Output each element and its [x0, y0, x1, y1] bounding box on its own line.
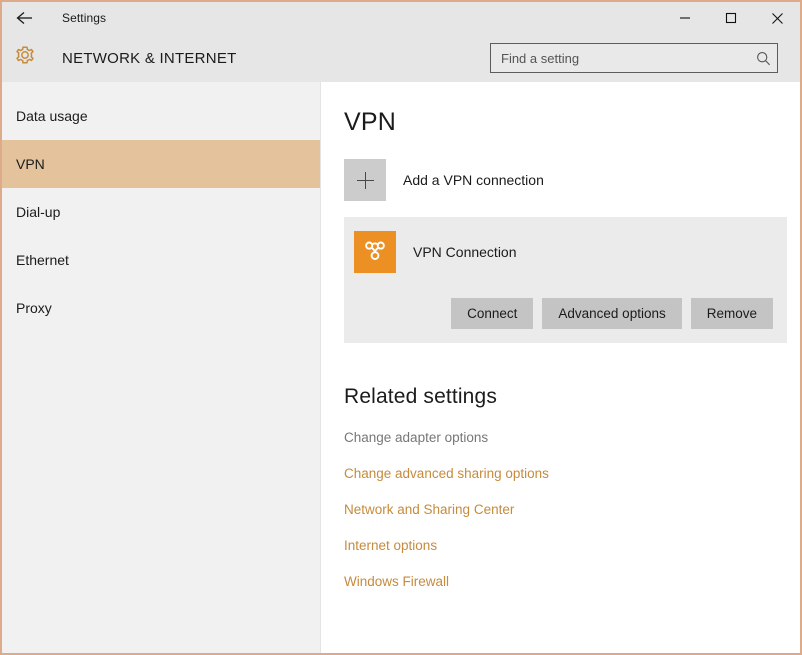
sidebar-item-ethernet[interactable]: Ethernet — [2, 236, 320, 284]
sidebar-item-label: Dial-up — [16, 204, 60, 220]
sidebar-item-proxy[interactable]: Proxy — [2, 284, 320, 332]
related-settings-heading: Related settings — [321, 343, 800, 409]
link-change-adapter-options[interactable]: Change adapter options — [344, 430, 488, 445]
sidebar-item-label: Ethernet — [16, 252, 69, 268]
window-title: Settings — [62, 11, 106, 25]
vpn-connection-name: VPN Connection — [413, 244, 517, 260]
vpn-connection-header: VPN Connection — [354, 231, 773, 273]
page-title: VPN — [321, 82, 800, 137]
back-button[interactable] — [2, 2, 48, 34]
vpn-tile — [354, 231, 396, 273]
minimize-button[interactable] — [662, 2, 708, 34]
settings-header: NETWORK & INTERNET — [2, 34, 800, 82]
search-icon[interactable] — [749, 51, 777, 66]
search-input[interactable] — [491, 44, 749, 72]
advanced-options-button[interactable]: Advanced options — [542, 298, 681, 329]
sidebar-item-label: Data usage — [16, 108, 88, 124]
plus-tile — [344, 159, 386, 201]
vpn-knot-icon — [361, 236, 389, 269]
sidebar-item-data-usage[interactable]: Data usage — [2, 92, 320, 140]
minimize-icon — [679, 12, 691, 24]
vpn-connection-actions: Connect Advanced options Remove — [354, 298, 773, 329]
vpn-connection-card[interactable]: VPN Connection Connect Advanced options … — [344, 217, 787, 343]
maximize-button[interactable] — [708, 2, 754, 34]
maximize-icon — [725, 12, 737, 24]
add-vpn-connection-label: Add a VPN connection — [403, 172, 544, 188]
link-windows-firewall[interactable]: Windows Firewall — [344, 574, 449, 589]
link-internet-options[interactable]: Internet options — [344, 538, 437, 553]
settings-window: Settings — [0, 0, 802, 655]
related-settings-list: Change adapter options Change advanced s… — [321, 430, 800, 589]
sidebar-item-label: VPN — [16, 156, 45, 172]
window-controls — [662, 2, 800, 34]
sidebar-item-vpn[interactable]: VPN — [2, 140, 320, 188]
gear-icon-wrap — [2, 43, 48, 74]
title-bar: Settings — [2, 2, 800, 34]
back-arrow-icon — [15, 11, 35, 25]
link-network-and-sharing-center[interactable]: Network and Sharing Center — [344, 502, 514, 517]
page-category-title: NETWORK & INTERNET — [62, 50, 237, 67]
content-pane: VPN Add a VPN connection — [321, 82, 800, 653]
connect-button[interactable]: Connect — [451, 298, 533, 329]
sidebar-item-dial-up[interactable]: Dial-up — [2, 188, 320, 236]
remove-button[interactable]: Remove — [691, 298, 773, 329]
close-button[interactable] — [754, 2, 800, 34]
add-vpn-connection-button[interactable]: Add a VPN connection — [344, 159, 777, 201]
sidebar: Data usage VPN Dial-up Ethernet Proxy — [2, 82, 321, 653]
search-box[interactable] — [490, 43, 778, 73]
body: Data usage VPN Dial-up Ethernet Proxy VP… — [2, 82, 800, 653]
gear-icon — [12, 43, 38, 74]
close-icon — [771, 12, 784, 25]
link-change-advanced-sharing-options[interactable]: Change advanced sharing options — [344, 466, 549, 481]
sidebar-item-label: Proxy — [16, 300, 52, 316]
plus-icon — [357, 172, 374, 189]
